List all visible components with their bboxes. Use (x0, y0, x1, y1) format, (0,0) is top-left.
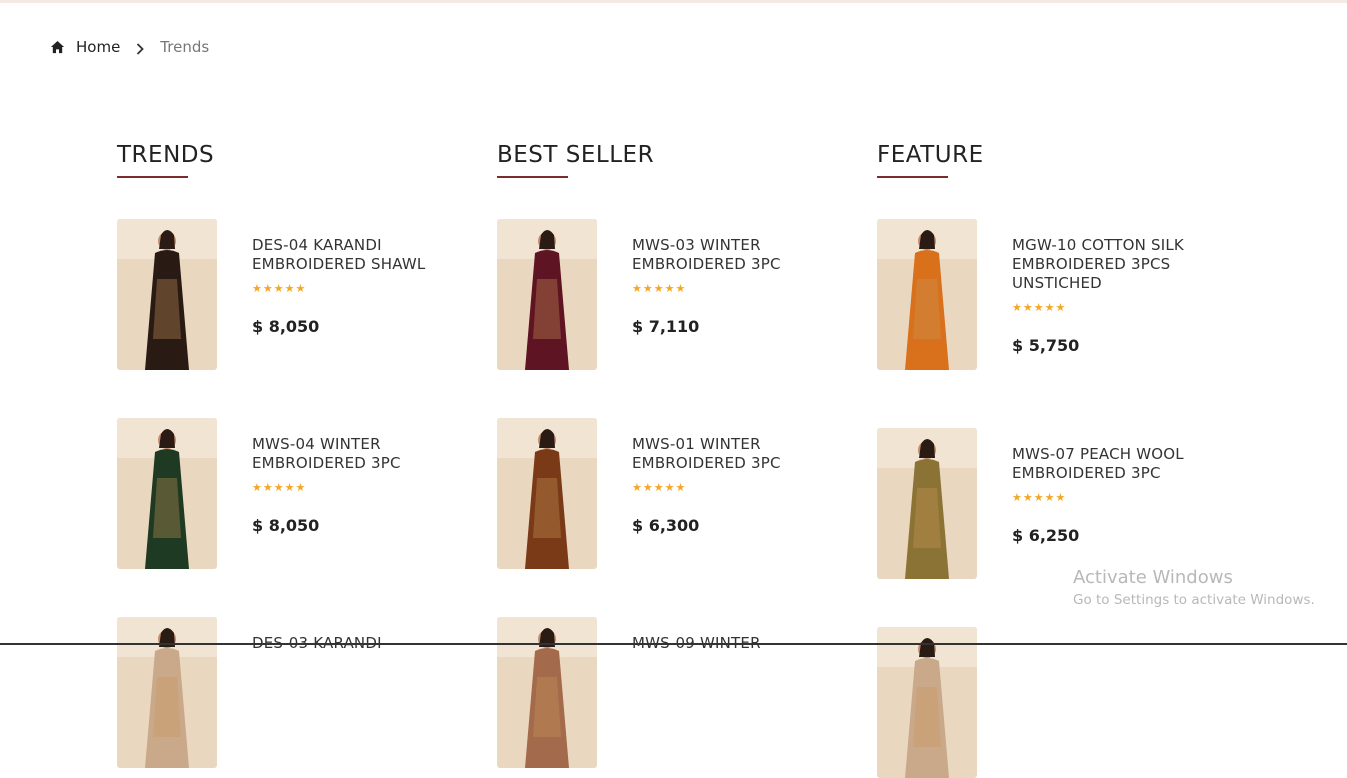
column-title: TRENDS (117, 142, 215, 168)
product-name[interactable]: DES-04 KARANDI EMBROIDERED SHAWL (252, 236, 472, 274)
product-name[interactable]: MWS-07 PEACH WOOL EMBROIDERED 3PC (1012, 445, 1232, 483)
product-card[interactable]: MWS-07 PEACH WOOL EMBROIDERED 3PC ★ ★ ★ ★ ★ … (877, 428, 1237, 579)
product-price: $ 7,110 (632, 317, 700, 336)
product-card[interactable]: MWS-09 WINTER ★★★★★ (497, 617, 857, 768)
star-icon: ★ (1012, 491, 1022, 504)
star-icon: ★ (295, 282, 306, 295)
product-rating: ★ ★ ★ ★ ★ (632, 283, 852, 295)
star-icon: ★ (1044, 301, 1055, 314)
star-icon: ★ (262, 481, 273, 494)
breadcrumb: Home Trends (50, 38, 209, 56)
product-price: $ 6,250 (1012, 526, 1080, 545)
product-image[interactable] (877, 428, 977, 579)
product-price: $ 8,050 (252, 317, 320, 336)
product-price: $ 8,050 (252, 516, 320, 535)
product-image[interactable] (117, 219, 217, 370)
product-card[interactable]: MWS-01 WINTER EMBROIDERED 3PC ★ ★ ★ ★ ★ $ 6,… (497, 418, 857, 569)
star-icon: ★ (1055, 301, 1066, 314)
product-price: $ 6,300 (632, 516, 700, 535)
watermark-title: Activate Windows (1073, 567, 1233, 588)
star-icon: ★ (252, 282, 262, 295)
product-rating: ★ ★ ★ ★ ★ (632, 482, 852, 494)
product-image[interactable] (117, 418, 217, 569)
star-icon: ★ (675, 282, 686, 295)
star-icon: ★ (273, 481, 284, 494)
star-icon: ★ (295, 481, 306, 494)
title-underline (877, 176, 948, 178)
feature-column: FEATURE (877, 140, 1227, 178)
watermark-subtitle: Go to Settings to activate Windows. (1073, 592, 1315, 608)
product-image[interactable] (497, 219, 597, 370)
star-icon: ★ (284, 282, 295, 295)
product-name[interactable]: MWS-04 WINTER EMBROIDERED 3PC (252, 435, 472, 473)
breadcrumb-home-link[interactable]: Home (76, 38, 120, 56)
star-icon: ★ (1033, 301, 1044, 314)
star-icon: ★ (1022, 301, 1033, 314)
product-card[interactable]: MGW-10 COTTON SILK EMBROIDERED 3PCS UNST… (877, 219, 1237, 370)
product-card[interactable]: ★★★★★ (877, 627, 1237, 778)
star-icon: ★ (262, 282, 273, 295)
best-seller-column: BEST SELLER (497, 140, 847, 178)
windows-activation-watermark: Activate Windows Go to Settings to activ… (1073, 567, 1315, 610)
chevron-right-icon (136, 41, 145, 55)
star-icon: ★ (632, 481, 642, 494)
product-card[interactable]: DES-03 KARANDI ★★★★★ (117, 617, 477, 768)
star-icon: ★ (273, 282, 284, 295)
column-title: FEATURE (877, 142, 984, 168)
product-card[interactable]: MWS-03 WINTER EMBROIDERED 3PC ★ ★ ★ ★ ★ $ 7,… (497, 219, 857, 370)
product-name[interactable]: MWS-03 WINTER EMBROIDERED 3PC (632, 236, 852, 274)
star-icon: ★ (653, 481, 664, 494)
product-image[interactable] (497, 617, 597, 768)
star-icon: ★ (653, 282, 664, 295)
star-icon: ★ (632, 282, 642, 295)
product-image[interactable] (877, 627, 977, 778)
column-title: BEST SELLER (497, 142, 655, 168)
product-name[interactable]: MGW-10 COTTON SILK EMBROIDERED 3PCS UNST… (1012, 236, 1232, 293)
product-image[interactable] (117, 617, 217, 768)
product-rating: ★ ★ ★ ★ ★ (252, 482, 472, 494)
product-card[interactable]: DES-04 KARANDI EMBROIDERED SHAWL ★ ★ ★ ★ ★ $… (117, 219, 477, 370)
title-underline (117, 176, 188, 178)
product-price: $ 5,750 (1012, 336, 1080, 355)
star-icon: ★ (675, 481, 686, 494)
star-icon: ★ (1055, 491, 1066, 504)
star-icon: ★ (1044, 491, 1055, 504)
product-card[interactable]: MWS-04 WINTER EMBROIDERED 3PC ★ ★ ★ ★ ★ $ 8,… (117, 418, 477, 569)
title-underline (497, 176, 568, 178)
home-icon[interactable] (50, 40, 65, 55)
product-rating: ★ ★ ★ ★ ★ (1012, 492, 1232, 504)
star-icon: ★ (284, 481, 295, 494)
star-icon: ★ (664, 481, 675, 494)
star-icon: ★ (664, 282, 675, 295)
trends-column: TRENDS (117, 140, 467, 178)
star-icon: ★ (1033, 491, 1044, 504)
star-icon: ★ (1012, 301, 1022, 314)
product-image[interactable] (497, 418, 597, 569)
top-border (0, 0, 1347, 3)
star-icon: ★ (1022, 491, 1033, 504)
product-image[interactable] (877, 219, 977, 370)
star-icon: ★ (642, 282, 653, 295)
star-icon: ★ (642, 481, 653, 494)
product-name[interactable]: MWS-01 WINTER EMBROIDERED 3PC (632, 435, 852, 473)
breadcrumb-current: Trends (160, 38, 210, 56)
product-rating: ★ ★ ★ ★ ★ (252, 283, 472, 295)
star-icon: ★ (252, 481, 262, 494)
product-rating: ★ ★ ★ ★ ★ (1012, 302, 1232, 314)
